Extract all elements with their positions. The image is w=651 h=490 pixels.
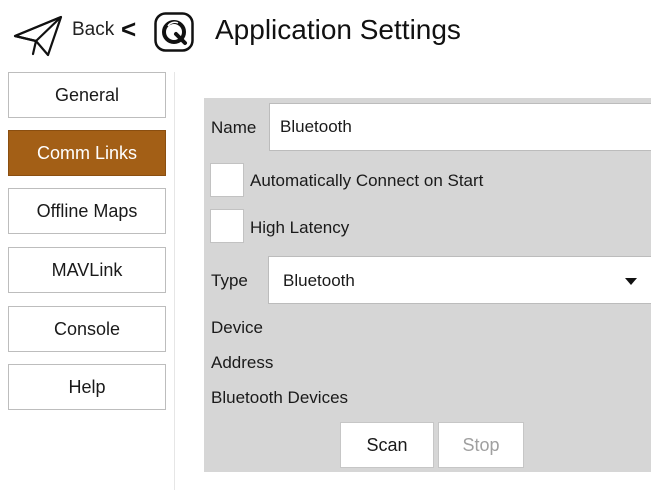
device-label: Device [211,318,263,337]
sidebar-item-label: General [54,84,120,105]
bluetooth-devices-label: Bluetooth Devices [211,388,349,407]
sidebar-item-help[interactable]: Help [8,364,166,410]
link-settings-panel: Name Automatically Connect on Start High… [204,98,651,472]
sidebar-item-label: Comm Links [36,142,138,163]
qgc-logo-icon [154,12,194,52]
scan-button[interactable]: Scan [340,422,434,468]
high-latency-label: High Latency [250,218,350,237]
sidebar-item-mavlink[interactable]: MAVLink [8,247,166,293]
sidebar-item-console[interactable]: Console [8,306,166,352]
stop-button[interactable]: Stop [438,422,524,468]
header: Back < Application Settings [0,0,651,64]
link-type-select[interactable]: Bluetooth [268,256,651,304]
sidebar-divider [174,72,175,490]
link-name-input[interactable] [269,103,651,151]
chevron-down-icon [625,278,637,285]
auto-connect-label: Automatically Connect on Start [250,171,484,190]
sidebar-item-general[interactable]: General [8,72,166,118]
high-latency-checkbox[interactable] [210,209,244,243]
name-label: Name [211,118,257,137]
sidebar-item-label: MAVLink [51,259,123,280]
sidebar-item-offline-maps[interactable]: Offline Maps [8,188,166,234]
sidebar-item-label: Console [53,318,121,339]
link-type-value: Bluetooth [283,271,355,290]
type-label: Type [211,271,248,290]
auto-connect-checkbox[interactable] [210,163,244,197]
sidebar-item-label: Offline Maps [36,200,138,221]
page-title: Application Settings [215,14,461,45]
sidebar-item-label: Help [68,376,106,397]
back-button[interactable]: Back [72,19,114,41]
back-chevron[interactable]: < [121,14,136,45]
paper-plane-icon[interactable] [12,14,64,58]
sidebar-item-comm-links[interactable]: Comm Links [8,130,166,176]
address-label: Address [211,353,274,372]
